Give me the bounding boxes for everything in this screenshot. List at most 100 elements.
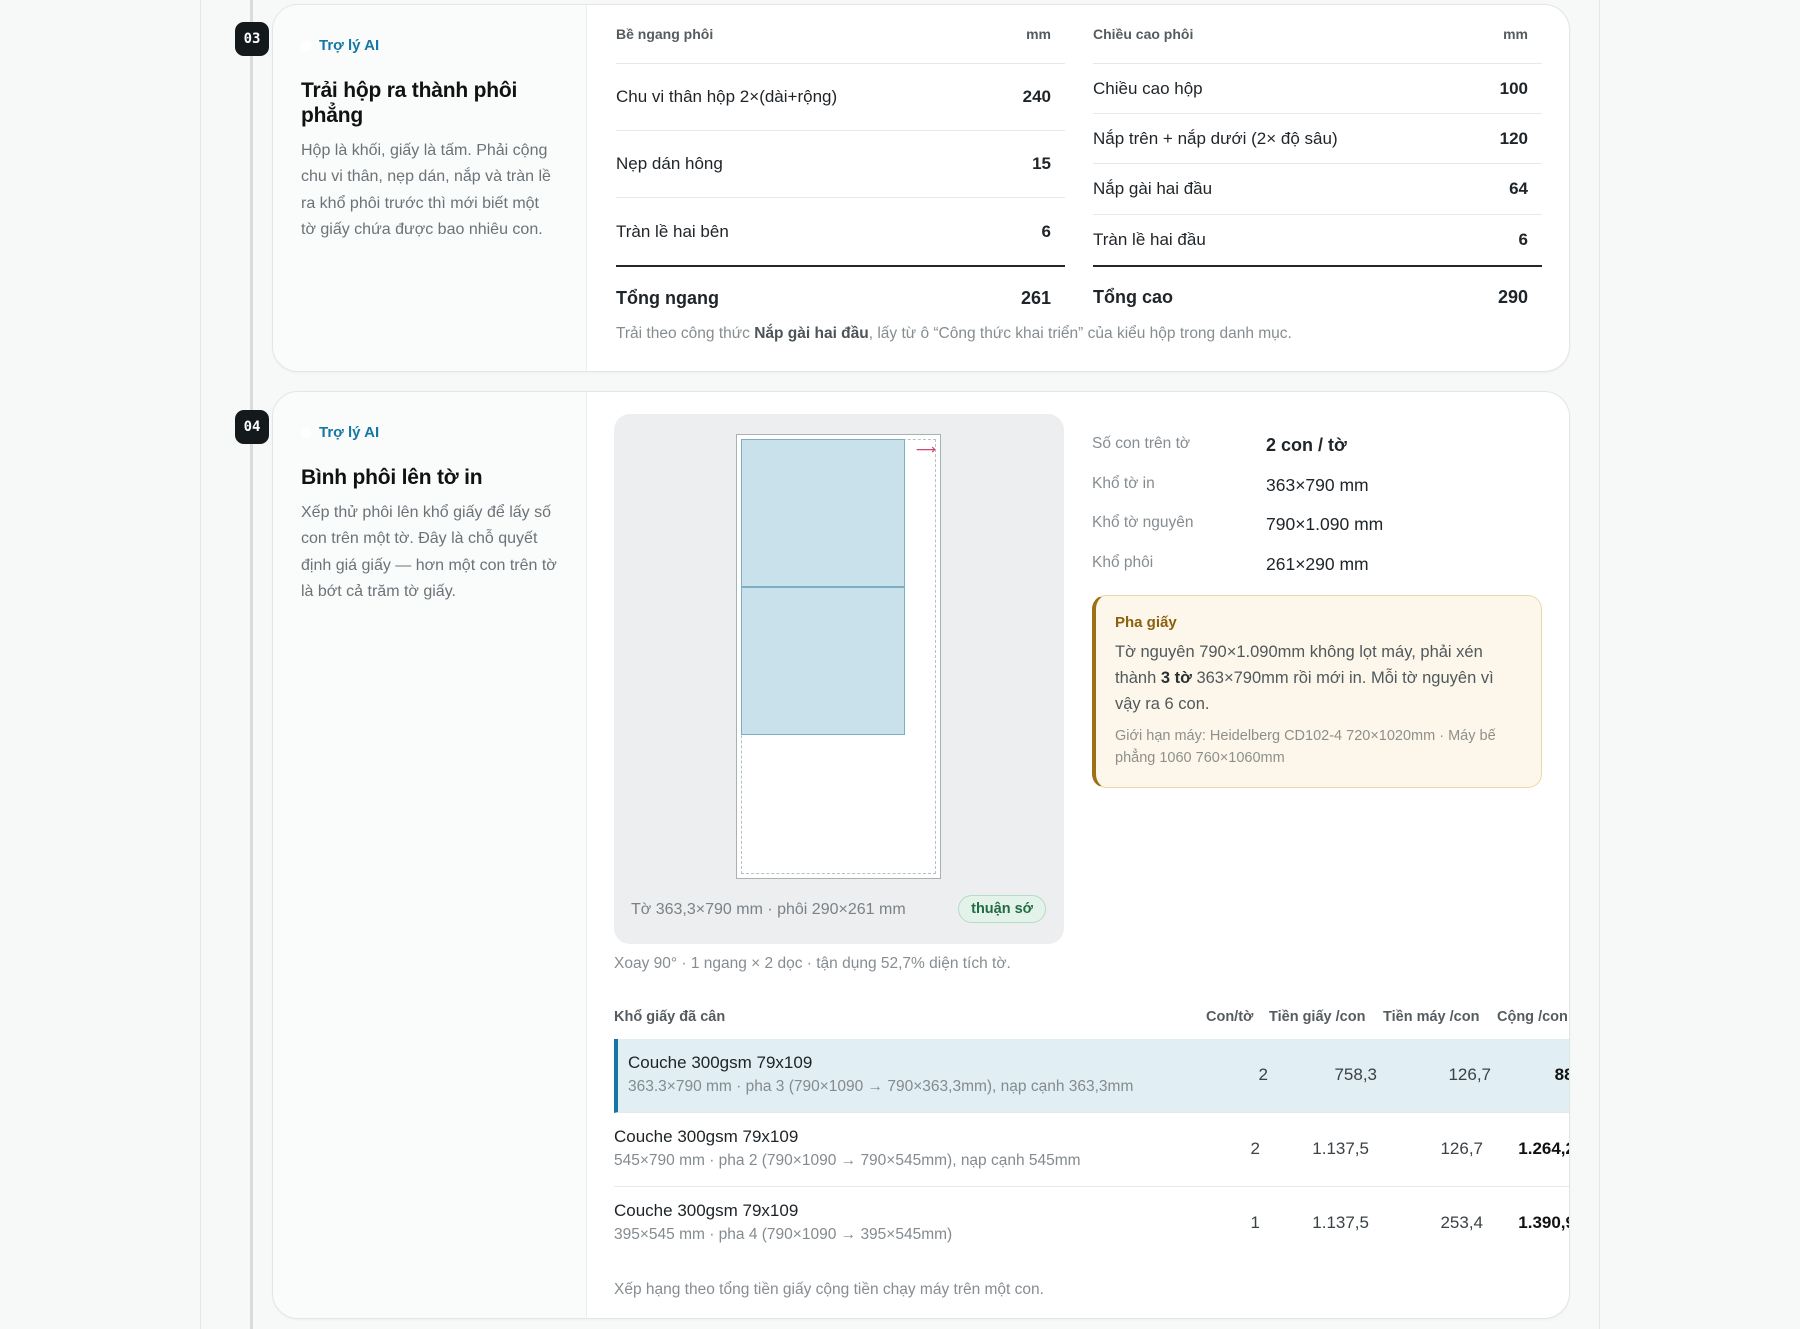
timeline-line <box>250 0 253 1329</box>
width-row: Tràn lề hai bên 6 <box>616 198 1065 265</box>
table-row[interactable]: Couche 300gsm 79x109 395×545 mm · pha 4 … <box>614 1187 1570 1261</box>
height-row: Nắp gài hai đầu 64 <box>1093 164 1542 215</box>
callout-body-bold: 3 tờ <box>1160 669 1192 687</box>
row-paper-detail: 395×545 mm · pha 4 (790×1090 → 395×545mm… <box>614 1226 953 1243</box>
table-header-paper-cost: Tiền giấy /con <box>1269 1009 1366 1025</box>
height-row-value: 6 <box>1518 229 1528 249</box>
table-header-machine-cost: Tiền máy /con <box>1383 1009 1480 1025</box>
formula-note-pre: Trải theo công thức <box>616 325 755 342</box>
paper-split-callout: Pha giấy Tờ nguyên 790×1.090mm không lọt… <box>1092 595 1542 788</box>
step-description: Hộp là khối, giấy là tấm. Phải cộng chu … <box>301 141 551 239</box>
card-sidebar: Trợ lý AI Trải hộp ra thành phôi phẳng H… <box>273 5 587 371</box>
step-badge-03: 03 <box>235 22 269 56</box>
width-column-unit: mm <box>1026 26 1051 42</box>
table-row[interactable]: Couche 300gsm 79x109 545×790 mm · pha 2 … <box>614 1113 1570 1187</box>
blank-piece <box>741 587 905 735</box>
width-row: Nẹp dán hông 15 <box>616 131 1065 198</box>
spec-label: Khổ phôi <box>1092 554 1154 571</box>
imposition-diagram: ⟶ Tờ 363,3×790 mm · phôi 290×261 mm thuậ… <box>614 414 1064 944</box>
grain-direction-arrow-icon: ⟶ <box>915 441 936 457</box>
card-sidebar: Trợ lý AI Bình phôi lên tờ in Xếp thử ph… <box>273 392 587 1318</box>
width-column-header: Bề ngang phôi mm <box>616 5 1065 64</box>
spec-value: 363×790 mm <box>1266 475 1369 495</box>
ai-tag-label: Trợ lý AI <box>319 424 380 441</box>
row-total-cost: 885 <box>1554 1065 1569 1084</box>
table-header-paper: Khổ giấy đã cân <box>614 1009 726 1025</box>
ai-tag-label: Trợ lý AI <box>319 37 380 54</box>
width-column: Bề ngang phôi mm Chu vi thân hộp 2×(dài+… <box>616 5 1065 329</box>
print-sheet: ⟶ <box>736 434 941 879</box>
row-machine-cost: 126,7 <box>1448 1065 1491 1084</box>
ai-dot-icon <box>301 427 311 438</box>
diagram-summary: Xoay 90° · 1 ngang × 2 dọc · tận dụng 52… <box>614 955 1011 972</box>
row-paper-name: Couche 300gsm 79x109 <box>614 1127 799 1146</box>
row-total-cost: 1.264,2 <box>1518 1139 1570 1158</box>
height-row: Nắp trên + nắp dưới (2× độ sâu) 120 <box>1093 114 1542 165</box>
step-title: Trải hộp ra thành phôi phẳng <box>301 78 518 127</box>
height-row: Tràn lề hai đầu 6 <box>1093 215 1542 265</box>
width-row: Chu vi thân hộp 2×(dài+rộng) 240 <box>616 64 1065 131</box>
height-row-value: 64 <box>1509 178 1528 198</box>
height-row-label: Nắp gài hai đầu <box>1093 178 1213 198</box>
height-row-label: Tràn lề hai đầu <box>1093 229 1206 249</box>
formula-note: Trải theo công thức Nắp gài hai đầu, lấy… <box>616 325 1292 343</box>
row-paper-name: Couche 300gsm 79x109 <box>614 1201 799 1220</box>
width-row-value: 15 <box>1032 154 1051 173</box>
height-row-value: 100 <box>1499 78 1528 98</box>
height-column: Chiều cao phôi mm Chiều cao hộp 100 Nắp … <box>1093 5 1542 329</box>
table-row-selected[interactable]: Couche 300gsm 79x109 363.3×790 mm · pha … <box>614 1039 1569 1113</box>
spec-value: 261×290 mm <box>1266 554 1369 574</box>
width-column-title: Bề ngang phôi <box>616 26 714 42</box>
width-total-row: Tổng ngang 261 <box>616 265 1065 329</box>
height-total-row: Tổng cao 290 <box>1093 264 1542 329</box>
spec-label: Khổ tờ nguyên <box>1092 514 1194 531</box>
row-total-cost: 1.390,9 <box>1518 1213 1570 1232</box>
diagram-caption: Tờ 363,3×790 mm · phôi 290×261 mm <box>631 901 906 918</box>
row-paper-cost: 1.137,5 <box>1312 1213 1369 1232</box>
row-machine-cost: 253,4 <box>1440 1213 1483 1232</box>
spec-label: Khổ tờ in <box>1092 475 1155 492</box>
card-imposition: Trợ lý AI Bình phôi lên tờ in Xếp thử ph… <box>272 391 1570 1319</box>
callout-footnote: Giới hạn máy: Heidelberg CD102-4 720×102… <box>1115 728 1496 766</box>
row-per-sheet: 2 <box>1258 1065 1268 1084</box>
spec-value: 2 con / tờ <box>1266 435 1347 455</box>
row-per-sheet: 2 <box>1250 1139 1260 1158</box>
row-machine-cost: 126,7 <box>1440 1139 1483 1158</box>
ai-assistant-tag: Trợ lý AI <box>301 424 379 441</box>
step-badge-04: 04 <box>235 410 269 444</box>
spec-value: 790×1.090 mm <box>1266 514 1384 534</box>
width-total-value: 261 <box>1020 287 1051 308</box>
table-header-per-sheet: Con/tờ <box>1206 1009 1254 1025</box>
table-footnote: Xếp hạng theo tổng tiền giấy cộng tiền c… <box>614 1281 1044 1298</box>
width-row-label: Chu vi thân hộp 2×(dài+rộng) <box>616 87 838 106</box>
row-paper-cost: 1.137,5 <box>1312 1139 1369 1158</box>
callout-title: Pha giấy <box>1115 614 1177 631</box>
width-row-label: Tràn lề hai bên <box>616 221 729 241</box>
callout-body: Tờ nguyên 790×1.090mm không lọt máy, phả… <box>1115 639 1523 717</box>
height-row: Chiều cao hộp 100 <box>1093 64 1542 115</box>
height-row-label: Chiều cao hộp <box>1093 78 1203 98</box>
row-paper-name: Couche 300gsm 79x109 <box>628 1053 813 1072</box>
formula-note-link: Nắp gài hai đầu <box>754 325 869 342</box>
width-row-value: 240 <box>1022 87 1051 106</box>
height-column-title: Chiều cao phôi <box>1093 26 1194 42</box>
height-total-label: Tổng cao <box>1093 287 1173 308</box>
spec-label: Số con trên tờ <box>1092 435 1191 452</box>
ai-assistant-tag: Trợ lý AI <box>301 37 379 54</box>
width-row-value: 6 <box>1041 221 1051 241</box>
width-row-label: Nẹp dán hông <box>616 154 723 173</box>
row-paper-cost: 758,3 <box>1334 1065 1377 1084</box>
grain-status-badge: thuận sớ <box>958 895 1046 923</box>
table-header-total: Cộng /con <box>1497 1009 1568 1025</box>
width-total-label: Tổng ngang <box>616 287 719 308</box>
height-row-value: 120 <box>1499 128 1528 148</box>
row-per-sheet: 1 <box>1250 1213 1260 1232</box>
height-column-header: Chiều cao phôi mm <box>1093 5 1542 64</box>
row-paper-detail: 363.3×790 mm · pha 3 (790×1090 → 790×363… <box>628 1078 1134 1095</box>
card-flatten-blank: Trợ lý AI Trải hộp ra thành phôi phẳng H… <box>272 4 1570 372</box>
formula-note-post: , lấy từ ô “Công thức khai triển” của ki… <box>868 325 1292 342</box>
height-total-value: 290 <box>1497 287 1528 308</box>
blank-piece <box>741 439 905 587</box>
ai-dot-icon <box>301 40 311 51</box>
step-title: Bình phôi lên tờ in <box>301 465 483 489</box>
